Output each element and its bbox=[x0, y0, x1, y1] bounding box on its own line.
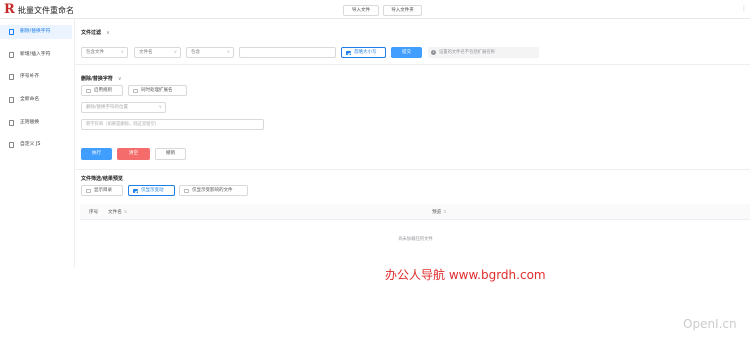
undo-button[interactable]: 撤销 bbox=[155, 148, 186, 160]
sidebar-item-label: 新增/插入字符 bbox=[20, 52, 51, 57]
empty-state: 尚未加载任何文件 bbox=[398, 237, 433, 242]
position-select[interactable]: 删除/替换字符的位置 ∨ bbox=[81, 102, 166, 113]
filter-section: 文件过滤 ∨ 包含文件 ∨ 文件名 ∨ 包含 ∨ 忽略大小写 提交 i 设置的文件名不包括… bbox=[75, 19, 750, 65]
brand-watermark: OpenI.cn bbox=[683, 317, 737, 331]
new-name-icon bbox=[9, 97, 14, 103]
filter-scope-select[interactable]: 包含文件 ∨ bbox=[81, 47, 128, 58]
sidebar-item-sequence[interactable]: 序号补齐 bbox=[0, 70, 72, 84]
site-watermark: 办公人导航 www.bgrdh.com bbox=[385, 268, 546, 282]
sidebar-item-label: 正则替换 bbox=[20, 120, 40, 125]
file-add-icon bbox=[9, 52, 14, 58]
sidebar: 删除/替换字符 新增/插入字符 序号补齐 全新命名 正则替换 自定义 JS bbox=[0, 19, 73, 337]
preview-title: 文件筛选/结果预览 bbox=[81, 176, 123, 182]
process-extension-checkbox[interactable]: 同时处理扩展名 bbox=[128, 85, 187, 96]
chevron-down-icon: ∨ bbox=[173, 50, 177, 55]
filter-submit-button[interactable]: 提交 bbox=[391, 47, 422, 58]
column-filename[interactable]: 文件名 ⇅ bbox=[108, 209, 127, 215]
app-title: 批量文件重命名 bbox=[18, 6, 74, 15]
app-logo: R bbox=[4, 2, 15, 17]
column-index: 序号 bbox=[89, 210, 99, 215]
chevron-down-icon: ∨ bbox=[226, 50, 230, 55]
import-file-button[interactable]: 导入文件 bbox=[343, 5, 379, 16]
chevron-down-icon: ∨ bbox=[158, 105, 162, 110]
actions-bar: 执行 清空 撤销 bbox=[75, 138, 750, 170]
filter-field-select[interactable]: 文件名 ∨ bbox=[134, 47, 181, 58]
filter-title[interactable]: 文件过滤 ∨ bbox=[81, 29, 110, 36]
sidebar-item-new-name[interactable]: 全新命名 bbox=[0, 93, 72, 107]
more-icon[interactable]: ⋮ bbox=[741, 5, 747, 12]
sidebar-item-regex[interactable]: 正则替换 bbox=[0, 116, 72, 130]
sequence-icon bbox=[9, 74, 14, 80]
sidebar-item-label: 自定义 JS bbox=[20, 142, 41, 147]
sidebar-item-custom-js[interactable]: 自定义 JS bbox=[0, 138, 72, 152]
import-folder-button[interactable]: 导入文件夹 bbox=[383, 5, 422, 16]
preview-table-header: 序号 文件名 ⇅ 预览 ⇅ bbox=[80, 204, 750, 220]
rule-title[interactable]: 删除/替换字符 ∨ bbox=[81, 75, 122, 82]
new-string-input[interactable]: 新字符串（如果是删除，则这里留空） bbox=[81, 119, 264, 130]
filter-hint: i 设置的文件名不包括扩展名称 bbox=[428, 47, 539, 58]
main-panel: 文件过滤 ∨ 包含文件 ∨ 文件名 ∨ 包含 ∨ 忽略大小写 提交 i 设置的文件名不包括… bbox=[74, 19, 750, 267]
info-icon: i bbox=[431, 50, 436, 55]
sidebar-item-label: 删除/替换字符 bbox=[20, 29, 51, 34]
execute-button[interactable]: 执行 bbox=[81, 148, 112, 160]
column-preview[interactable]: 预览 ⇅ bbox=[432, 209, 447, 215]
sidebar-item-delete-replace[interactable]: 删除/替换字符 bbox=[0, 25, 72, 39]
show-directory-checkbox[interactable]: 显示目录 bbox=[81, 185, 123, 196]
sidebar-item-add-insert[interactable]: 新增/插入字符 bbox=[0, 48, 72, 62]
sort-icon: ⇅ bbox=[123, 209, 128, 214]
ignore-case-checkbox[interactable]: 忽略大小写 bbox=[341, 47, 386, 58]
clear-button[interactable]: 清空 bbox=[117, 148, 150, 160]
sort-icon: ⇅ bbox=[443, 209, 447, 214]
chevron-down-icon: ∨ bbox=[106, 30, 110, 36]
only-changed-checkbox[interactable]: 仅显示变动 bbox=[128, 185, 175, 196]
file-delete-icon bbox=[9, 29, 14, 35]
app-header: R 批量文件重命名 导入文件 导入文件夹 ⋮ bbox=[0, 0, 750, 19]
sidebar-item-label: 序号补齐 bbox=[20, 74, 40, 79]
only-affected-checkbox[interactable]: 仅显示受影响的文件 bbox=[179, 185, 248, 196]
sidebar-item-label: 全新命名 bbox=[20, 97, 40, 102]
enable-rule-checkbox[interactable]: 启用规则 bbox=[81, 85, 123, 96]
filter-operator-select[interactable]: 包含 ∨ bbox=[186, 47, 234, 58]
chevron-down-icon: ∨ bbox=[117, 76, 122, 82]
chevron-down-icon: ∨ bbox=[120, 50, 124, 55]
filter-value-input[interactable] bbox=[239, 47, 336, 58]
regex-icon bbox=[9, 120, 14, 126]
code-icon bbox=[9, 142, 14, 148]
